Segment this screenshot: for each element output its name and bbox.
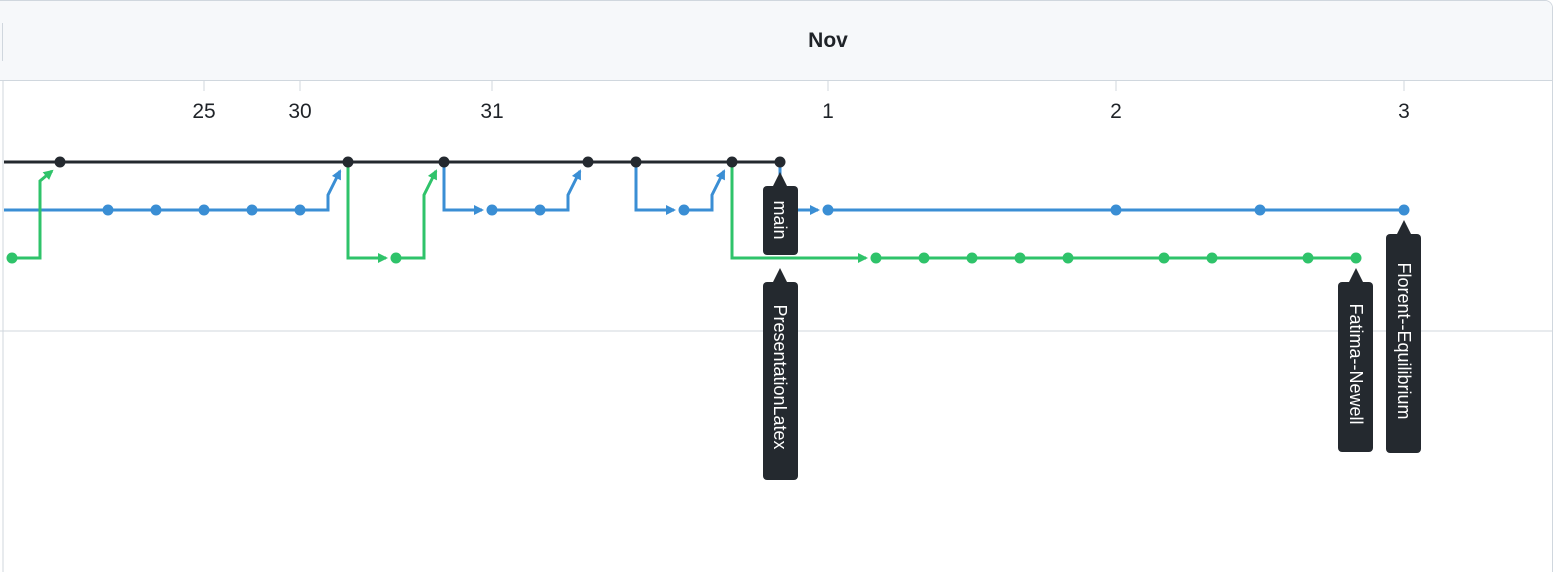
day-ticks <box>203 80 1405 91</box>
commit-dot <box>726 156 738 168</box>
commit-dot <box>150 204 162 216</box>
commit-dot <box>1206 252 1218 264</box>
commit-dot <box>1014 252 1026 264</box>
ref-label-fatima-newell[interactable]: Fatima--Newell <box>1338 268 1373 452</box>
commit-dot <box>774 156 786 168</box>
commit-dot <box>1062 252 1074 264</box>
commit-dot <box>246 204 258 216</box>
day-label-3: 3 <box>1398 100 1410 123</box>
commit-dot <box>630 156 642 168</box>
branch-lines-blue <box>4 162 1404 215</box>
ref-label-text: Florent--Equilibrium <box>1394 262 1414 419</box>
commit-dot <box>1302 252 1314 264</box>
commit-dot <box>294 204 306 216</box>
commit-dot <box>870 252 882 264</box>
day-label-30: 30 <box>288 100 311 123</box>
commit-dot <box>342 156 354 168</box>
commit-dot <box>918 252 930 264</box>
commit-dot <box>54 156 66 168</box>
ref-label-text: Fatima--Newell <box>1346 303 1366 424</box>
commit-dot <box>678 204 690 216</box>
commit-dot <box>1158 252 1170 264</box>
day-label-2: 2 <box>1110 100 1122 123</box>
commit-dot <box>534 204 546 216</box>
commit-dot <box>486 204 498 216</box>
commit-dot <box>102 204 114 216</box>
commit-dot <box>966 252 978 264</box>
ref-label-florent-equilibrium[interactable]: Florent--Equilibrium <box>1386 220 1421 453</box>
commit-dot <box>1110 204 1122 216</box>
commit-dot <box>198 204 210 216</box>
commit-dot <box>822 204 834 216</box>
ref-label-text: main <box>770 200 790 239</box>
commit-dot <box>6 252 18 264</box>
commit-dot <box>1398 204 1410 216</box>
day-label-25: 25 <box>192 100 215 123</box>
ref-label-presentationlatex[interactable]: PresentationLatex <box>763 268 798 480</box>
commit-dot <box>582 156 594 168</box>
network-graph-panel: Nov 25 30 31 1 2 3 main PresentationLate… <box>0 0 1553 572</box>
commit-dot <box>390 252 402 264</box>
day-label-1: 1 <box>822 100 834 123</box>
commit-dot <box>1350 252 1362 264</box>
commit-dot <box>1254 204 1266 216</box>
commit-dot <box>438 156 450 168</box>
ref-label-text: PresentationLatex <box>770 304 790 449</box>
network-graph[interactable]: 25 30 31 1 2 3 main PresentationLatex Fa… <box>0 1 1552 572</box>
day-label-31: 31 <box>480 100 503 123</box>
ref-label-main[interactable]: main <box>763 172 798 255</box>
